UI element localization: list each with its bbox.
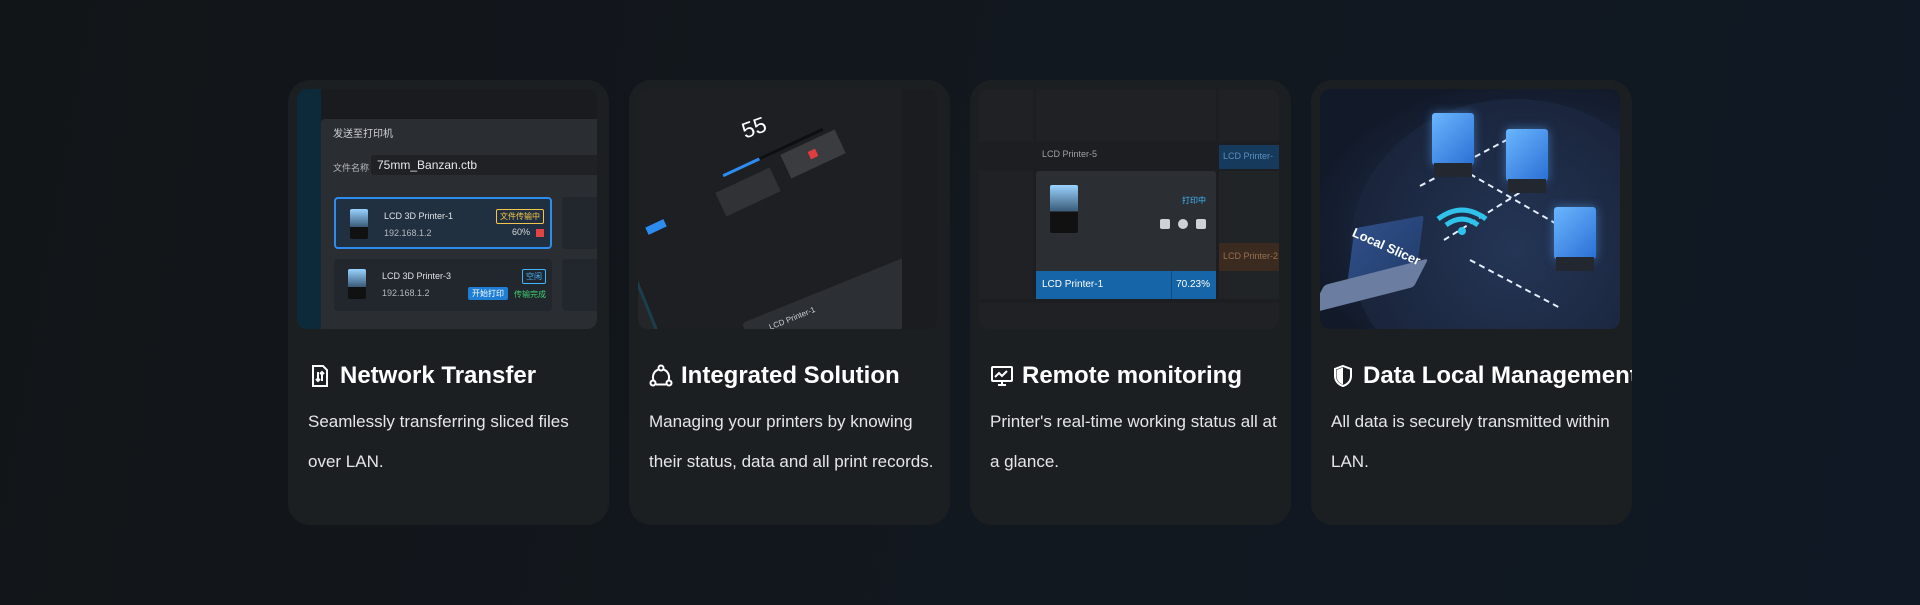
- printer-cube: [1432, 113, 1474, 177]
- printer-name: LCD Printer-: [1223, 151, 1274, 161]
- grid-cell: [979, 89, 1033, 141]
- clock-icon[interactable]: [1178, 219, 1188, 229]
- feature-card-integrated-solution: 55 LCD Printer-1 Integrated Solution Man…: [629, 80, 950, 525]
- file-transfer-icon: [308, 364, 332, 388]
- remote-monitoring-preview: LCD Printer- LCD Printer-2 LCD Printer-5…: [979, 89, 1279, 329]
- print-progress: 70.23%: [1176, 279, 1210, 290]
- data-local-preview: Local Slicer: [1320, 89, 1620, 329]
- printer-name: LCD Printer-1: [767, 305, 817, 329]
- folder-icon[interactable]: [1196, 219, 1206, 229]
- printer-name: LCD Printer-5: [1042, 149, 1098, 159]
- grid-cell: [979, 303, 1279, 329]
- side-panel: [902, 89, 938, 329]
- printer-item[interactable]: LCD 3D Printer-3 192.168.1.2 空闲 开始打印 传输完…: [334, 259, 552, 311]
- printer-controls: [1160, 219, 1206, 229]
- printer-name: LCD 3D Printer-1: [384, 211, 454, 221]
- grid-cell: [1036, 89, 1216, 141]
- integrated-solution-preview: 55 LCD Printer-1: [638, 89, 938, 329]
- card-title: Network Transfer: [308, 362, 536, 390]
- card-description: Seamlessly transferring sliced files ove…: [308, 412, 569, 471]
- printer-item-partial: [562, 259, 597, 311]
- printer-thumbnail: [350, 209, 368, 239]
- grid-cell: [979, 171, 1033, 299]
- send-to-printer-dialog: 发送至打印机 文件名称 75mm_Banzan.ctb LCD 3D Print…: [321, 119, 597, 329]
- connected-nodes-icon: [649, 364, 673, 388]
- file-name-label: 文件名称: [333, 163, 370, 173]
- feature-card-remote-monitoring: LCD Printer- LCD Printer-2 LCD Printer-5…: [970, 80, 1291, 525]
- monitor-chart-icon: [990, 364, 1014, 388]
- selected-printer-bar[interactable]: LCD Printer-1 70.23%: [1036, 271, 1216, 299]
- printer-thumbnail: [348, 269, 366, 299]
- feature-cards: 发送至打印机 文件名称 75mm_Banzan.ctb LCD 3D Print…: [288, 80, 1632, 525]
- shield-icon: [1331, 364, 1355, 388]
- printer-name: LCD Printer-2: [1223, 251, 1279, 261]
- card-title-text: Data Local Management: [1363, 362, 1632, 389]
- grid-cell: [1219, 89, 1279, 141]
- selected-printer-panel[interactable]: LCD Printer-5 打印中 LCD Printer-1 70.23%: [1036, 149, 1216, 299]
- camera-icon[interactable]: [1160, 219, 1170, 229]
- card-title: Remote monitoring: [990, 362, 1242, 390]
- printer-name: LCD 3D Printer-3: [382, 271, 452, 281]
- grid-cell: [1219, 171, 1279, 299]
- stop-icon[interactable]: [536, 229, 544, 237]
- card-title-text: Integrated Solution: [681, 362, 900, 389]
- file-name-field[interactable]: 75mm_Banzan.ctb: [371, 155, 597, 175]
- card-description: Managing your printers by knowing their …: [649, 412, 934, 471]
- dialog-title: 发送至打印机: [333, 129, 393, 140]
- printer-thumbnail: [1050, 185, 1078, 233]
- status-badge: 空闲: [522, 269, 546, 284]
- card-title: Data Local Management: [1331, 362, 1632, 390]
- network-transfer-preview: 发送至打印机 文件名称 75mm_Banzan.ctb LCD 3D Print…: [297, 89, 597, 329]
- printer-ip: 192.168.1.2: [384, 228, 432, 238]
- printer-item[interactable]: LCD 3D Printer-1 192.168.1.2 文件传输中 60%: [334, 197, 552, 249]
- divider: [1171, 271, 1172, 299]
- right-label-bg: LCD Printer-: [1219, 145, 1279, 169]
- feature-card-data-local-management: Local Slicer Data Local Management All d…: [1311, 80, 1632, 525]
- status-badge: 文件传输中: [496, 209, 544, 224]
- card-title: Integrated Solution: [649, 362, 900, 390]
- transfer-progress: 60%: [511, 227, 530, 237]
- card-title-text: Remote monitoring: [1022, 362, 1242, 389]
- right-bottom-bg: LCD Printer-2: [1219, 243, 1279, 271]
- start-print-button[interactable]: 开始打印: [468, 287, 508, 300]
- card-description: Printer's real-time working status all a…: [990, 412, 1277, 471]
- wifi-icon: [1436, 207, 1488, 235]
- card-description: All data is securely transmitted within …: [1331, 412, 1610, 471]
- printer-item-partial: [562, 197, 597, 249]
- transfer-complete-label: 传输完成: [514, 290, 546, 299]
- printing-status: 打印中: [1182, 196, 1206, 205]
- card-title-text: Network Transfer: [340, 362, 537, 389]
- printer-name: LCD Printer-1: [1042, 279, 1104, 290]
- feature-card-network-transfer: 发送至打印机 文件名称 75mm_Banzan.ctb LCD 3D Print…: [288, 80, 609, 525]
- printer-cube: [1554, 207, 1596, 271]
- printer-ip: 192.168.1.2: [382, 288, 430, 298]
- printer-cube: [1506, 129, 1548, 193]
